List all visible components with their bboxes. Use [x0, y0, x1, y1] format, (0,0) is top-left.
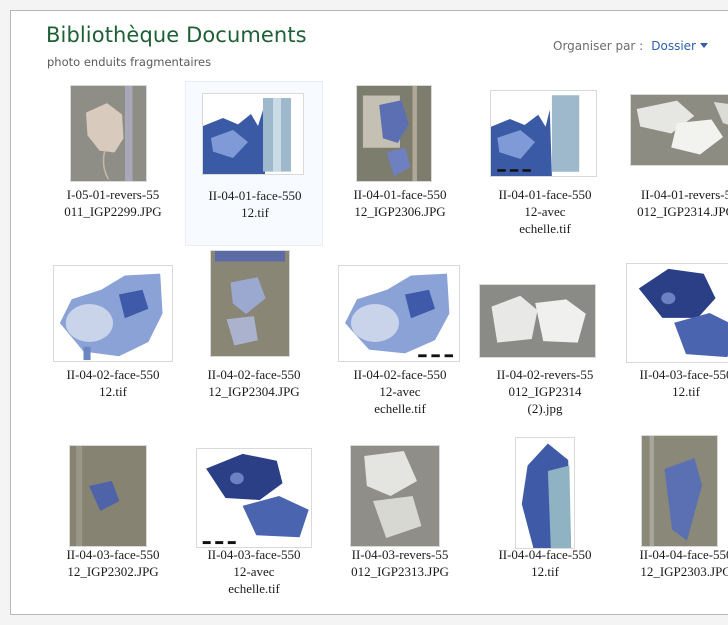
- chevron-down-icon[interactable]: [699, 43, 708, 48]
- file-name: II-04-03-revers-55 012_IGP2313.JPG: [351, 547, 449, 579]
- file-name: II-04-01-face-550 12-avec echelle.tif: [498, 187, 592, 236]
- file-tile[interactable]: II-04-03-revers-55 012_IGP2313.JPG: [331, 441, 469, 606]
- file-tile[interactable]: II-04-04-face-550 12_IGP2303.JPG: [617, 436, 728, 606]
- file-name: II-04-01-face-550 12.tif: [208, 188, 302, 220]
- file-tile[interactable]: II-04-03-face-550 12_IGP2302.JPG: [44, 441, 182, 606]
- arrange-by-control: Organiser par : Dossier: [553, 39, 708, 53]
- file-thumbnail: [54, 266, 172, 361]
- file-thumbnail: [197, 449, 311, 547]
- file-name: II-04-04-face-550 12_IGP2303.JPG: [639, 547, 728, 579]
- file-thumbnail: [351, 446, 439, 546]
- file-tile[interactable]: II-04-03-face-550 12.tif: [617, 261, 728, 426]
- arrange-by-dropdown[interactable]: Dossier: [651, 39, 696, 53]
- file-thumbnail: [627, 264, 728, 362]
- library-subtitle: photo enduits fragmentaires: [47, 55, 212, 69]
- file-tile[interactable]: II-04-01-face-550 12_IGP2306.JPG: [331, 81, 469, 246]
- library-title: Bibliothèque Documents: [46, 23, 307, 47]
- file-name: II-04-03-face-550 12-avec echelle.tif: [207, 547, 301, 596]
- file-name: II-04-03-face-550 12.tif: [639, 367, 728, 399]
- file-thumbnail: [480, 285, 595, 357]
- file-thumbnail: [203, 94, 303, 174]
- file-thumbnail: [357, 86, 431, 181]
- file-name: II-04-03-face-550 12_IGP2302.JPG: [66, 547, 160, 579]
- file-thumbnail: [70, 446, 146, 546]
- file-thumbnail: [71, 86, 146, 181]
- file-tile[interactable]: II-04-04-face-550 12.tif: [476, 438, 614, 606]
- file-thumbnail: [642, 436, 717, 546]
- file-tile[interactable]: II-04-02-revers-55 012_IGP2314 (2).jpg: [476, 261, 614, 426]
- file-name: II-04-02-revers-55 012_IGP2314 (2).jpg: [496, 367, 594, 416]
- file-name: II-04-04-face-550 12.tif: [498, 547, 592, 579]
- document-library-window: Bibliothèque Documents photo enduits fra…: [10, 10, 728, 615]
- file-thumbnail: [211, 251, 289, 356]
- file-name: II-04-02-face-550 12_IGP2304.JPG: [207, 367, 301, 399]
- file-tile[interactable]: II-04-02-face-550 12_IGP2304.JPG: [185, 251, 323, 426]
- file-thumbnail: [339, 266, 459, 361]
- file-tile[interactable]: II-04-02-face-550 12-avec echelle.tif: [331, 261, 469, 426]
- file-thumbnail: [516, 438, 574, 548]
- file-name: I-05-01-revers-55 011_IGP2299.JPG: [64, 187, 162, 219]
- file-tile-selected[interactable]: II-04-01-face-550 12.tif: [185, 81, 323, 246]
- file-name: II-04-01-revers-5 012_IGP2314.JPG: [637, 187, 728, 219]
- file-tile[interactable]: II-04-01-revers-5 012_IGP2314.JPG: [617, 81, 728, 246]
- file-name: II-04-01-face-550 12_IGP2306.JPG: [353, 187, 447, 219]
- file-tile[interactable]: I-05-01-revers-55 011_IGP2299.JPG: [44, 81, 182, 246]
- file-tile[interactable]: II-04-03-face-550 12-avec echelle.tif: [185, 441, 323, 606]
- file-tile[interactable]: II-04-01-face-550 12-avec echelle.tif: [476, 81, 614, 246]
- file-tile[interactable]: II-04-02-face-550 12.tif: [44, 261, 182, 426]
- file-thumbnail: [631, 95, 728, 165]
- file-name: II-04-02-face-550 12.tif: [66, 367, 160, 399]
- file-thumbnail: [491, 91, 596, 176]
- arrange-by-label: Organiser par :: [553, 39, 644, 53]
- file-name: II-04-02-face-550 12-avec echelle.tif: [353, 367, 447, 416]
